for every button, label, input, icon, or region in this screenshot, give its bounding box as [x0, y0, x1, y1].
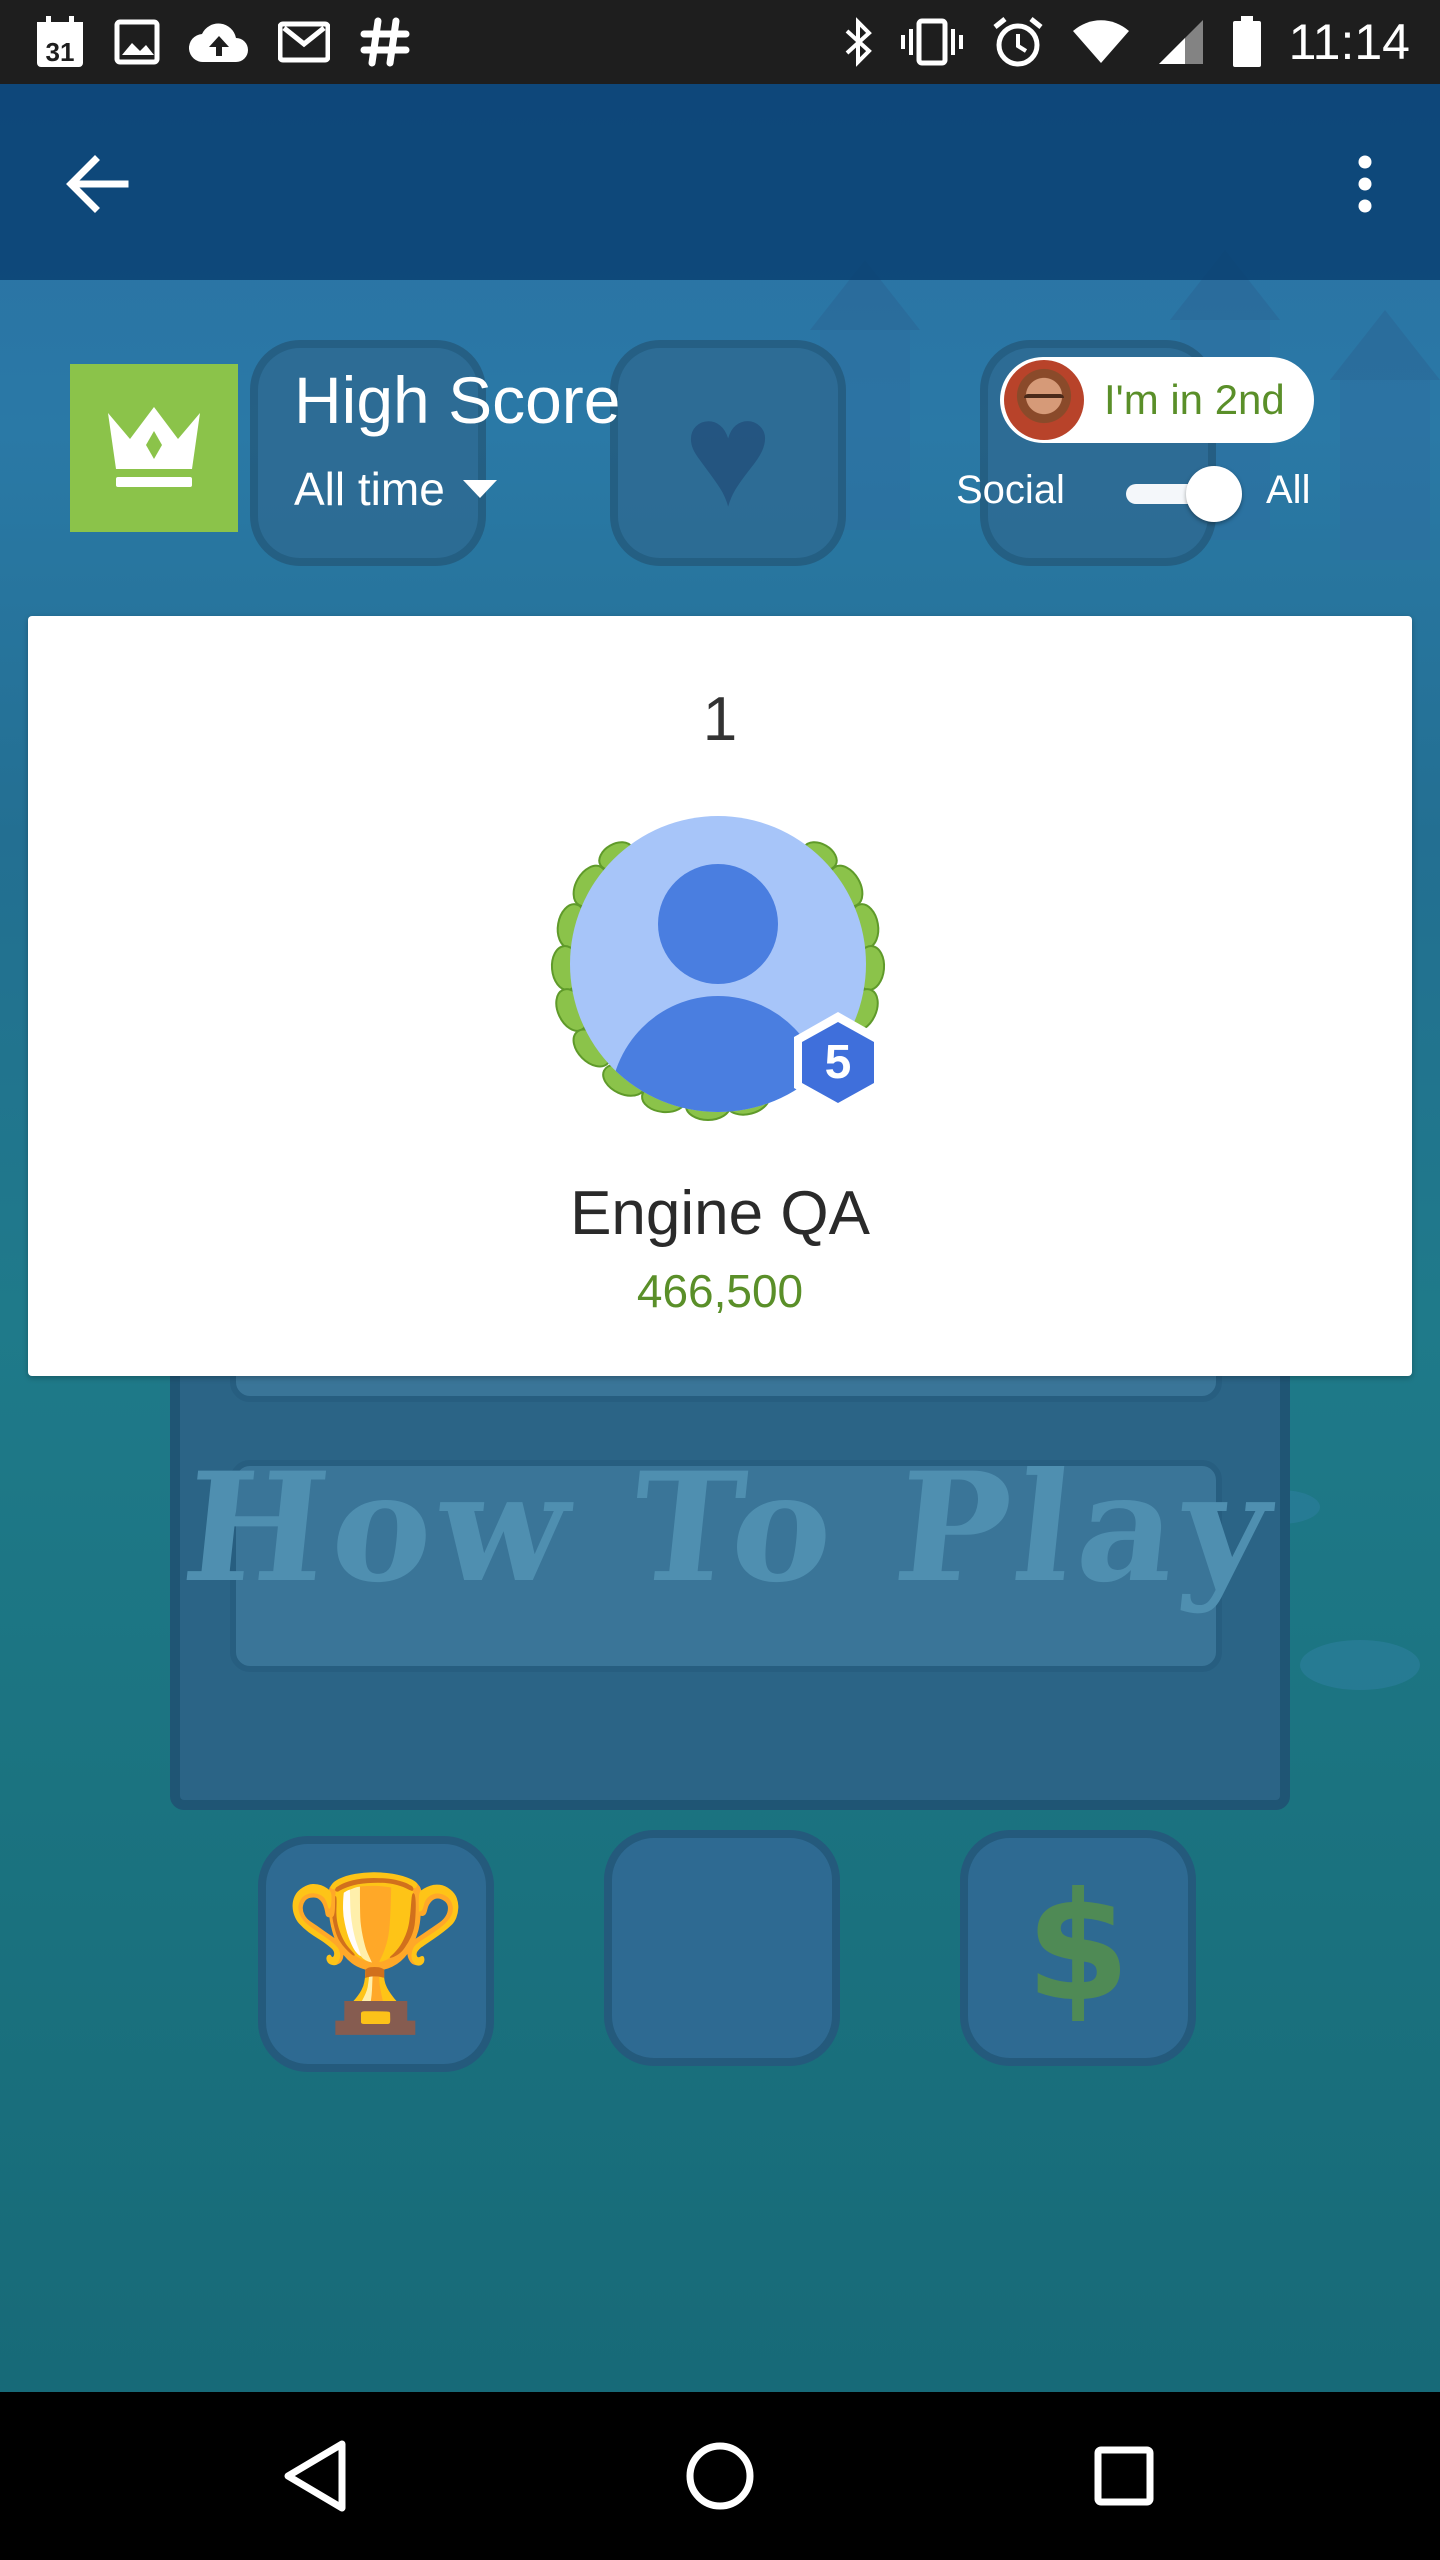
overflow-menu-button[interactable] [1330, 144, 1400, 224]
player-score: 466,500 [636, 1265, 804, 1317]
bg-heart-button: ♥ [610, 340, 846, 566]
calendar-icon: 31 [34, 14, 86, 70]
slack-icon [358, 15, 412, 69]
cloud-upload-icon [188, 20, 250, 64]
vibrate-icon [899, 17, 965, 67]
player-name: Engine QA [570, 1179, 870, 1248]
toggle-thumb [1186, 466, 1242, 522]
filter-all-label[interactable]: All [1266, 468, 1310, 513]
bluetooth-icon [843, 17, 873, 67]
more-vert-icon [1358, 155, 1372, 213]
how-to-play-board: How To Play [170, 1340, 1290, 1810]
bg-trophy-button: 🏆 [258, 1836, 494, 2072]
player-rank: 1 [702, 685, 738, 754]
bg-podium-button [604, 1830, 840, 2066]
nav-home-button[interactable] [670, 2426, 770, 2526]
calendar-day: 31 [46, 37, 75, 67]
status-bar: 31 11:14 [0, 0, 1440, 84]
my-avatar [1004, 360, 1084, 440]
arrow-back-icon [66, 155, 129, 213]
how-to-play-text: How To Play [175, 1440, 1285, 1616]
recents-square-icon [1094, 2446, 1154, 2506]
gmail-icon [278, 20, 330, 64]
leaderboard-title: High Score [294, 363, 621, 437]
nav-back-button[interactable] [265, 2426, 365, 2526]
back-triangle-icon [284, 2440, 346, 2512]
app-bar [0, 84, 1440, 280]
top-player-card[interactable]: 1 5 Engine QA 466,500 [28, 616, 1412, 1376]
alarm-icon [991, 15, 1045, 69]
leaderboard-icon [70, 364, 238, 532]
battery-icon [1231, 15, 1263, 69]
home-circle-icon [686, 2442, 754, 2510]
navigation-bar [0, 2392, 1440, 2560]
nav-recents-button[interactable] [1074, 2426, 1174, 2526]
pond [1300, 1640, 1420, 1690]
crown-icon [108, 407, 200, 487]
timespan-dropdown[interactable]: All time [294, 462, 499, 516]
my-rank-label: I'm in 2nd [1104, 376, 1285, 423]
bg-coin-button: $ [960, 1830, 1196, 2066]
image-icon [114, 19, 160, 65]
castle-tower [1330, 310, 1440, 560]
player-level: 5 [825, 1036, 852, 1089]
back-button[interactable] [56, 144, 136, 224]
filter-social-label[interactable]: Social [956, 468, 1065, 513]
clock-time: 11:14 [1288, 14, 1410, 70]
dropdown-arrow-icon [462, 480, 497, 498]
wifi-icon [1071, 19, 1131, 65]
signal-icon [1157, 18, 1205, 66]
my-rank-chip[interactable]: I'm in 2nd [1000, 357, 1314, 443]
social-all-toggle[interactable] [1126, 466, 1242, 522]
player-avatar: 5 [532, 796, 912, 1176]
timespan-label: All time [294, 463, 445, 515]
